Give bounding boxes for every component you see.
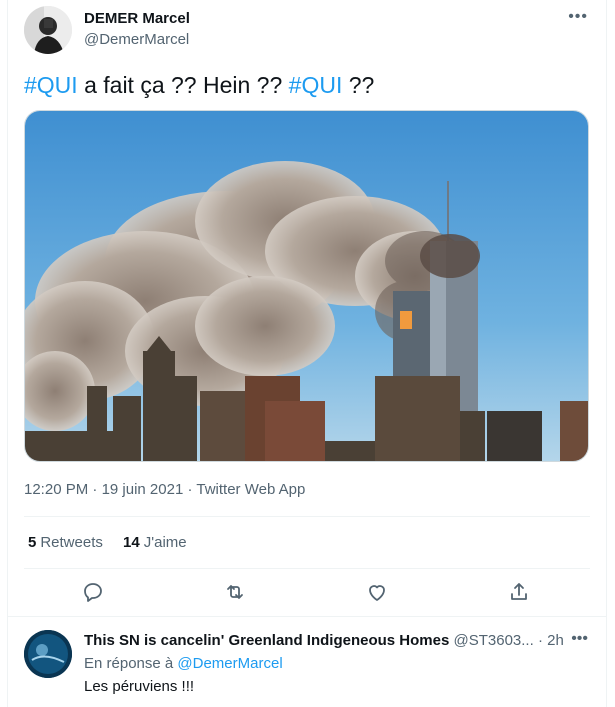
author-handle[interactable]: @DemerMarcel — [84, 31, 189, 48]
meta-separator: · — [88, 481, 102, 498]
divider — [8, 616, 607, 617]
reply-icon[interactable] — [81, 580, 109, 608]
like-icon[interactable] — [365, 580, 393, 608]
retweets-count: 5 — [28, 534, 37, 551]
tweet-text-end: ?? — [342, 72, 375, 98]
tweet-text: #QUI a fait ça ?? Hein ?? #QUI ?? — [24, 70, 374, 100]
tweet-text-middle: a fait ça ?? Hein ?? — [77, 72, 289, 98]
likes-label: J'aime — [143, 534, 187, 551]
retweets-stat[interactable]: 5 Retweets — [28, 534, 103, 551]
tweet-time[interactable]: 12:20 PM — [24, 481, 88, 498]
likes-stat[interactable]: 14 J'aime — [123, 534, 187, 551]
reply-author-name[interactable]: This SN is cancelin' Greenland Indigeneo… — [84, 632, 449, 649]
more-horizontal-icon[interactable]: ••• — [571, 630, 588, 648]
tweet-photo[interactable] — [24, 110, 589, 462]
tweet-header: DEMER Marcel @DemerMarcel ••• — [24, 6, 590, 54]
share-icon[interactable] — [507, 580, 535, 608]
retweets-label: Retweets — [40, 534, 103, 551]
reply-tweet[interactable]: This SN is cancelin' Greenland Indigeneo… — [24, 628, 590, 700]
in-reply-to: En réponse à @DemerMarcel — [84, 655, 283, 672]
divider — [24, 516, 590, 517]
hashtag-link[interactable]: #QUI — [24, 72, 78, 98]
reply-header: This SN is cancelin' Greenland Indigeneo… — [84, 632, 584, 649]
more-horizontal-icon[interactable]: ••• — [568, 8, 588, 26]
author-name[interactable]: DEMER Marcel — [84, 10, 190, 27]
in-reply-prefix: En réponse à — [84, 655, 178, 672]
reply-text: Les péruviens !!! — [84, 678, 195, 695]
tweet-stats: 5 Retweets 14 J'aime — [28, 534, 203, 551]
tweet-source[interactable]: Twitter Web App — [196, 481, 305, 498]
tweet-actions — [24, 576, 590, 612]
meta-separator: · — [533, 632, 548, 649]
divider — [24, 568, 590, 569]
reply-time[interactable]: 2h — [547, 632, 564, 649]
reply-author-avatar[interactable] — [24, 630, 72, 678]
likes-count: 14 — [123, 534, 140, 551]
meta-separator: · — [183, 481, 197, 498]
mention-link[interactable]: @DemerMarcel — [177, 655, 282, 672]
author-avatar[interactable] — [24, 6, 72, 54]
tweet-metadata: 12:20 PM · 19 juin 2021 · Twitter Web Ap… — [24, 481, 305, 498]
hashtag-link[interactable]: #QUI — [289, 72, 343, 98]
retweet-icon[interactable] — [223, 580, 251, 608]
reply-author-handle[interactable]: @ST3603... — [454, 632, 534, 649]
tweet-date[interactable]: 19 juin 2021 — [102, 481, 184, 498]
